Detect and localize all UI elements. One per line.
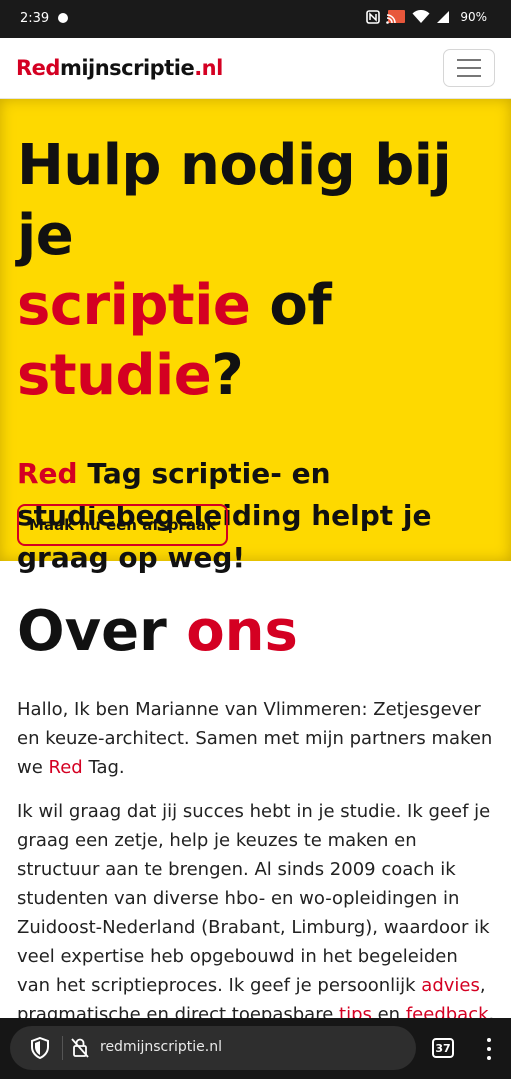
about-heading: Over ons xyxy=(17,598,495,666)
about-heading-red: ons xyxy=(186,599,298,664)
about-p2-text: Ik wil graag dat jij succes hebt in je s… xyxy=(17,801,491,996)
hero-title: Hulp nodig bij je scriptie of studie? xyxy=(17,131,494,411)
address-divider xyxy=(62,1036,63,1060)
url-text[interactable]: redmijnscriptie.nl xyxy=(100,1039,222,1055)
browser-toolbar: redmijnscriptie.nl 37 xyxy=(0,1018,511,1079)
hero-title-studie: studie xyxy=(17,343,212,408)
address-bar[interactable]: redmijnscriptie.nl xyxy=(10,1026,416,1070)
site-logo[interactable]: Redmijnscriptie.nl xyxy=(16,56,223,80)
about-section: Over ons Hallo, Ik ben Marianne van Vlim… xyxy=(17,598,495,1029)
nfc-icon xyxy=(366,9,381,24)
about-paragraph-2: Ik wil graag dat jij succes hebt in je s… xyxy=(17,797,495,1029)
hero-title-line1: Hulp nodig bij je xyxy=(17,133,452,268)
hero-title-of: of xyxy=(250,273,332,338)
about-heading-black: Over xyxy=(17,599,187,664)
hero-title-question-mark: ? xyxy=(211,343,244,408)
site-header: Redmijnscriptie.nl xyxy=(0,38,511,99)
battery-percentage: 90% xyxy=(460,9,487,24)
red-link[interactable]: Red xyxy=(49,757,83,778)
cast-icon xyxy=(386,10,406,24)
signal-icon xyxy=(437,10,450,23)
logo-suffix: .nl xyxy=(194,56,223,80)
status-bar: 2:39 90% xyxy=(0,0,511,38)
hero-subtitle-red: Red xyxy=(17,457,78,490)
advies-link[interactable]: advies xyxy=(421,975,480,996)
status-time: 2:39 xyxy=(20,11,50,26)
browser-menu-icon[interactable] xyxy=(486,1038,492,1060)
hero-section: Hulp nodig bij je scriptie of studie? Re… xyxy=(0,99,511,574)
hamburger-menu-icon[interactable] xyxy=(443,49,495,87)
make-appointment-button[interactable]: Maak nu een afspraak xyxy=(17,504,229,546)
tracking-off-icon[interactable] xyxy=(70,1037,90,1059)
logo-black-part: mijnscriptie xyxy=(59,56,195,80)
tab-counter-icon[interactable]: 37 xyxy=(432,1038,454,1058)
logo-red-part: Red xyxy=(16,56,60,80)
hero-title-scriptie: scriptie xyxy=(17,273,251,338)
about-p1-end: Tag. xyxy=(82,757,125,778)
status-icons: 90% xyxy=(366,9,487,24)
wifi-icon xyxy=(412,9,430,23)
about-paragraph-1: Hallo, Ik ben Marianne van Vlimmeren: Ze… xyxy=(17,695,495,782)
shield-icon[interactable] xyxy=(30,1037,50,1059)
notification-dot-icon xyxy=(58,13,68,23)
